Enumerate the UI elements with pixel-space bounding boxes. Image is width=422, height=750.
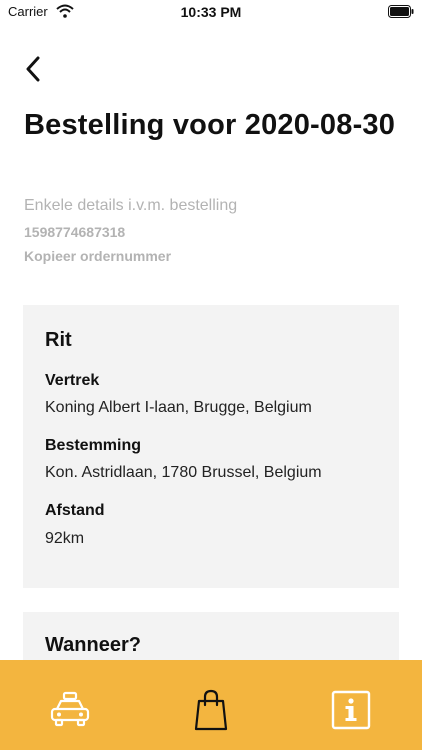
order-number: 1598774687318 <box>24 224 126 240</box>
tab-taxi[interactable] <box>48 688 92 732</box>
ride-card: Rit Vertrek Koning Albert I-laan, Brugge… <box>23 305 399 588</box>
distance-value: 92km <box>45 530 85 547</box>
taxi-icon <box>50 691 90 727</box>
destination-value: Kon. Astridlaan, 1780 Brussel, Belgium <box>45 464 322 481</box>
status-bar: Carrier 10:33 PM <box>0 0 422 24</box>
chevron-left-icon <box>26 56 40 82</box>
destination-label: Bestemming <box>45 437 142 454</box>
distance-label: Afstand <box>45 502 105 519</box>
battery-icon <box>388 5 414 18</box>
info-icon <box>331 690 371 730</box>
tab-orders[interactable] <box>189 688 233 732</box>
departure-value: Koning Albert I-laan, Brugge, Belgium <box>45 399 312 416</box>
screen: Carrier 10:33 PM Bestelling voor 2020-08… <box>0 0 422 750</box>
when-heading: Wanneer? <box>45 634 141 656</box>
copy-order-number-button[interactable]: Kopieer ordernummer <box>24 248 171 264</box>
departure-label: Vertrek <box>45 372 100 389</box>
subtitle: Enkele details i.v.m. bestelling <box>24 197 238 214</box>
tab-bar <box>0 660 422 750</box>
shopping-bag-icon <box>194 689 228 731</box>
page-title: Bestelling voor 2020-08-30 <box>24 109 396 141</box>
status-time: 10:33 PM <box>180 4 242 20</box>
back-button[interactable] <box>18 52 48 86</box>
ride-heading: Rit <box>45 329 72 351</box>
tab-info[interactable] <box>329 688 373 732</box>
